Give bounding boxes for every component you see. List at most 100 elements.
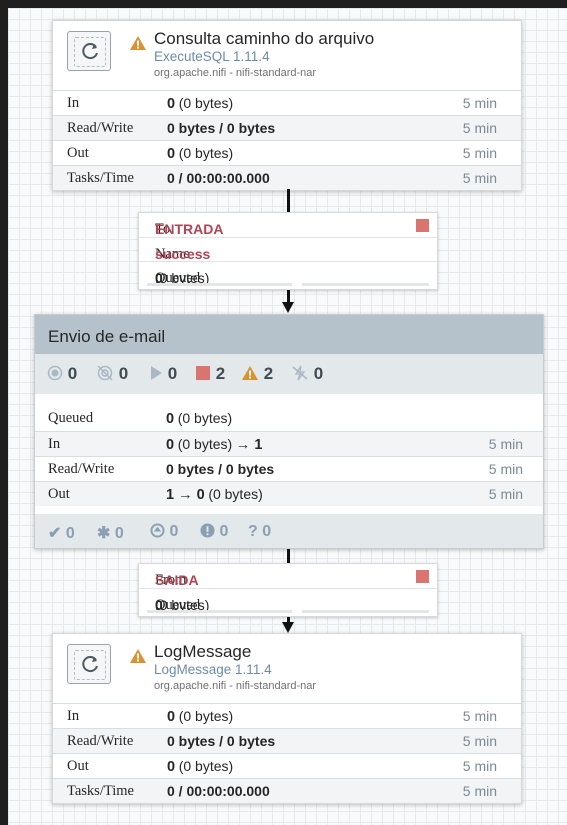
- processor-type: LogMessage 1.11.4: [154, 662, 272, 677]
- stat-value: 0 (0 bytes): [166, 410, 233, 427]
- stat-value: 0 (0 bytes): [167, 708, 234, 725]
- modified-stale-stat: 0: [200, 523, 228, 541]
- connection-from-row: From SAIDA: [139, 564, 437, 588]
- stat-value: 0 bytes / 0 bytes: [167, 120, 276, 136]
- processor-name: LogMessage: [154, 642, 252, 661]
- processor-icon: [67, 644, 111, 684]
- warning-icon: [242, 366, 258, 380]
- disabled-icon: [292, 365, 308, 381]
- processor-consulta[interactable]: Consulta caminho do arquivo ExecuteSQL 1…: [52, 20, 522, 191]
- locally-modified-stat: ✱ 0: [97, 525, 124, 542]
- stopped-stat: 2: [195, 364, 225, 384]
- up-to-date-stat: ✔ 0: [48, 525, 75, 542]
- stat-time: 5 min: [462, 783, 497, 799]
- question-icon: ?: [248, 523, 258, 540]
- stat-row-tasks: Tasks/Time 0 / 00:00:00.000 5 min: [53, 165, 521, 190]
- processor-bundle: org.apache.nifi - nifi-standard-nar: [154, 67, 317, 79]
- stat-label: In: [48, 436, 61, 452]
- stat-row-tasks: Tasks/Time 0 / 00:00:00.000 5 min: [53, 778, 521, 803]
- stat-label: Out: [67, 145, 89, 161]
- stat-row-out: Out 0 (0 bytes) 5 min: [53, 753, 521, 778]
- stat-value: 0 (0 bytes): [167, 95, 234, 112]
- queue-backpressure-bars: [147, 283, 429, 286]
- stat-time: 5 min: [462, 708, 497, 724]
- stat-row-read-write: Read/Write 0 bytes / 0 bytes 5 min: [53, 115, 521, 140]
- relationship-name: success: [155, 246, 211, 262]
- stat-time: 5 min: [462, 145, 497, 161]
- stale-stat: 0: [150, 523, 178, 541]
- stat-label: Read/Write: [48, 461, 115, 477]
- group-row-out: Out 1 → 0 (0 bytes) 5 min: [35, 481, 543, 506]
- stat-label: In: [67, 95, 80, 111]
- stat-time: 5 min: [488, 461, 523, 477]
- processor-name: Consulta caminho do arquivo: [154, 29, 375, 48]
- connection-queued-row: Queued 0 (0 bytes): [139, 588, 437, 616]
- not-transmitting-stat: 0: [96, 364, 128, 384]
- connection-label-saida[interactable]: From SAIDA Queued 0 (0 bytes): [138, 563, 438, 617]
- connection-queued-row: Queued 0 (0 bytes): [139, 261, 437, 289]
- stat-label: Out: [67, 758, 89, 774]
- group-row-in: In 0 (0 bytes) → 1 5 min: [35, 431, 543, 456]
- connection-label-success[interactable]: To ENTRADA Name success Queued 0 (0 byte…: [138, 212, 438, 290]
- stat-row-in: In 0 (0 bytes) 5 min: [53, 90, 521, 115]
- group-status-bar: 0 0 0 2 2 0: [35, 354, 543, 394]
- stat-row-in: In 0 (0 bytes) 5 min: [53, 703, 521, 728]
- stat-label: Queued: [48, 410, 94, 426]
- stat-time: 5 min: [462, 95, 497, 111]
- exclamation-icon: [200, 523, 215, 538]
- connection-line[interactable]: [287, 189, 290, 212]
- processor-logmessage[interactable]: LogMessage LogMessage 1.11.4 org.apache.…: [52, 633, 522, 804]
- stat-time: 5 min: [462, 733, 497, 749]
- transmitting-icon: [47, 365, 63, 381]
- process-group-envio[interactable]: Envio de e-mail 0 0 0 2 2 0 Queued 0 (0 …: [34, 314, 544, 549]
- from-port-name: SAIDA: [155, 572, 199, 588]
- stopped-icon: [416, 570, 429, 583]
- stat-row-read-write: Read/Write 0 bytes / 0 bytes 5 min: [53, 728, 521, 753]
- play-icon: [151, 366, 162, 380]
- invalid-stat: 2: [241, 364, 273, 384]
- transmitting-stat: 0: [47, 364, 77, 384]
- group-title: Envio de e-mail: [35, 315, 543, 354]
- stat-time: 5 min: [462, 758, 497, 774]
- sync-failure-stat: ? 0: [248, 523, 272, 540]
- stat-row-out: Out 0 (0 bytes) 5 min: [53, 140, 521, 165]
- stat-label: Read/Write: [67, 120, 134, 136]
- to-port-name: ENTRADA: [155, 221, 224, 237]
- stat-label: Tasks/Time: [67, 170, 134, 186]
- stat-value: 0 / 00:00:00.000: [167, 783, 270, 799]
- stop-icon: [196, 366, 210, 380]
- asterisk-icon: ✱: [97, 525, 111, 542]
- disabled-stat: 0: [291, 364, 323, 384]
- group-row-queued: Queued 0 (0 bytes): [35, 406, 543, 431]
- stat-value: 0 bytes / 0 bytes: [167, 733, 276, 749]
- stat-time: 5 min: [488, 486, 523, 502]
- check-icon: ✔: [48, 525, 62, 542]
- stat-value: 0 (0 bytes): [167, 145, 234, 162]
- version-status-bar: ✔ 0 ✱ 0 0 0 ? 0: [35, 514, 543, 548]
- stopped-icon: [416, 219, 429, 232]
- arrow-down-icon: [282, 302, 294, 313]
- processor-icon: [67, 31, 111, 71]
- stat-label: Read/Write: [67, 733, 134, 749]
- processor-type: ExecuteSQL 1.11.4: [154, 49, 270, 64]
- stat-time: 5 min: [462, 120, 497, 136]
- stat-time: 5 min: [488, 436, 523, 452]
- connection-line[interactable]: [287, 549, 290, 563]
- warning-icon[interactable]: [129, 35, 147, 51]
- stat-value: 1 → 0 (0 bytes): [166, 486, 263, 503]
- stat-time: 5 min: [462, 170, 497, 186]
- stat-value: 0 bytes / 0 bytes: [166, 461, 275, 477]
- warning-icon[interactable]: [129, 648, 147, 664]
- stale-icon: [150, 523, 165, 538]
- stat-value: 0 / 00:00:00.000: [167, 170, 270, 186]
- stat-label: Out: [48, 486, 70, 502]
- connection-name-row: Name success: [139, 237, 437, 262]
- processor-bundle: org.apache.nifi - nifi-standard-nar: [154, 680, 317, 692]
- stat-value: 0 (0 bytes): [167, 758, 234, 775]
- stat-label: Tasks/Time: [67, 783, 134, 799]
- group-row-read-write: Read/Write 0 bytes / 0 bytes 5 min: [35, 456, 543, 481]
- stat-label: In: [67, 708, 80, 724]
- running-stat: 0: [149, 364, 177, 384]
- stat-value: 0 (0 bytes) → 1: [166, 436, 263, 453]
- arrow-down-icon: [282, 622, 294, 633]
